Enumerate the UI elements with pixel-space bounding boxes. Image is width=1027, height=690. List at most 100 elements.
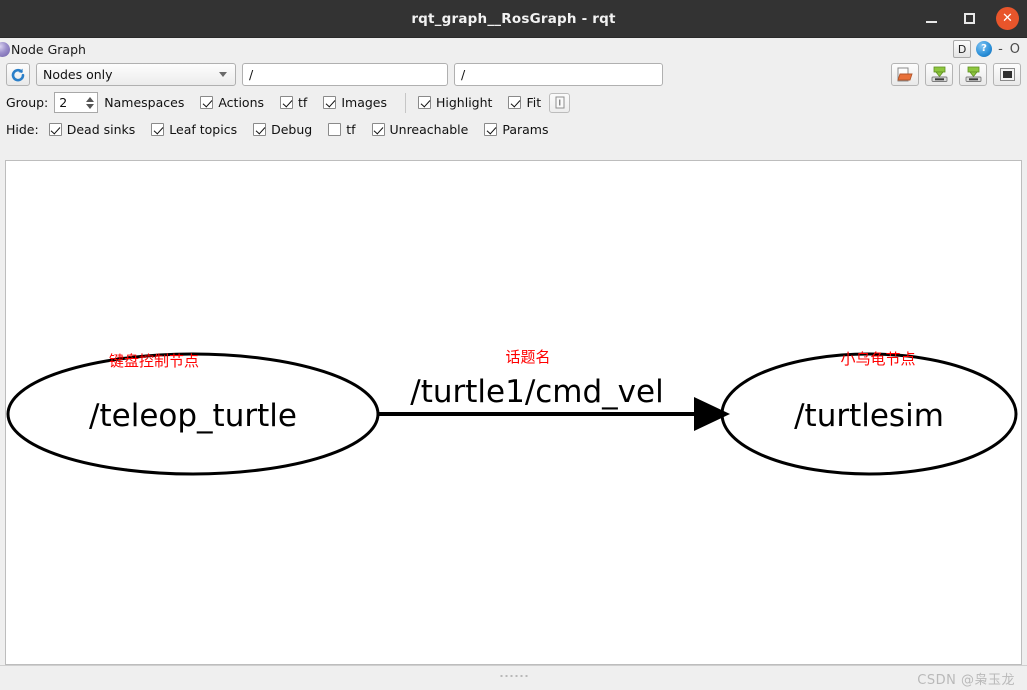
- close-button[interactable]: ✕: [996, 7, 1019, 30]
- status-bar: CSDN @枭玉龙: [0, 665, 1027, 690]
- hide-label: Hide:: [6, 122, 39, 137]
- refresh-icon: [11, 68, 25, 81]
- graph-node-turtlesim-label: /turtlesim: [794, 398, 944, 434]
- save-dot-icon: [931, 66, 947, 82]
- hide-dead-sinks-checkbox[interactable]: Dead sinks: [48, 122, 136, 137]
- window-titlebar: rqt_graph__RosGraph - rqt ✕: [0, 0, 1027, 38]
- node-filter-input[interactable]: /: [242, 63, 448, 86]
- tf-checkbox[interactable]: tf: [280, 95, 307, 110]
- hide-params-box[interactable]: [484, 123, 498, 136]
- grip-dot: [515, 675, 517, 677]
- graph-type-value: Nodes only: [43, 67, 113, 82]
- hide-leaf-topics-box[interactable]: [151, 123, 165, 136]
- minimize-button[interactable]: [920, 8, 942, 30]
- save-dot-button[interactable]: [925, 63, 953, 86]
- panel-float-button[interactable]: -: [997, 43, 1004, 56]
- images-label: Images: [341, 95, 387, 110]
- hide-dead-sinks-box[interactable]: [48, 123, 62, 136]
- grip-dot: [510, 675, 512, 677]
- screenshot-button[interactable]: [993, 63, 1021, 86]
- spinner-arrows[interactable]: [83, 93, 96, 112]
- highlight-checkbox[interactable]: Highlight: [418, 95, 492, 110]
- panel-title: Node Graph: [11, 41, 86, 57]
- hide-unreachable-box[interactable]: [371, 123, 385, 136]
- node-filter-value: /: [249, 67, 254, 82]
- hide-unreachable-checkbox[interactable]: Unreachable: [371, 122, 469, 137]
- ros-node-graph: /teleop_turtle /turtlesim /turtle1/cmd_v…: [6, 348, 1018, 476]
- tf-label: tf: [298, 95, 308, 110]
- images-checkbox-box[interactable]: [323, 96, 337, 109]
- grip-dot: [505, 675, 507, 677]
- graph-canvas[interactable]: /teleop_turtle /turtlesim /turtle1/cmd_v…: [5, 160, 1022, 665]
- highlight-checkbox-box[interactable]: [418, 96, 431, 109]
- chevron-down-icon: [219, 72, 227, 77]
- topic-filter-input[interactable]: /: [454, 63, 663, 86]
- graph-topic-label[interactable]: /turtle1/cmd_vel: [410, 374, 663, 410]
- annotation-topic: 话题名: [505, 348, 550, 366]
- graph-node-teleop-turtle-label: /teleop_turtle: [89, 398, 297, 434]
- hide-leaf-topics-checkbox[interactable]: Leaf topics: [151, 122, 237, 137]
- hide-leaf-topics-label: Leaf topics: [169, 122, 238, 137]
- grip-dot: [500, 675, 502, 677]
- graph-toolbar-actions: [891, 63, 1021, 86]
- watermark: CSDN @枭玉龙: [917, 673, 1015, 688]
- actions-checkbox-box[interactable]: [200, 96, 214, 109]
- hide-dead-sinks-label: Dead sinks: [66, 122, 136, 137]
- annotation-left-node: 键盘控制节点: [109, 352, 199, 370]
- fit-in-view-button[interactable]: [549, 92, 571, 113]
- hide-params-checkbox[interactable]: Params: [484, 122, 548, 137]
- graph-type-select[interactable]: Nodes only: [36, 63, 236, 86]
- group-label: Group:: [6, 95, 49, 110]
- hide-unreachable-label: Unreachable: [389, 122, 469, 137]
- window-title: rqt_graph__RosGraph - rqt: [411, 10, 616, 27]
- hide-params-label: Params: [502, 122, 549, 137]
- hide-options-row: Hide: Dead sinks Leaf topics Debug tf Un…: [0, 116, 1027, 143]
- open-folder-icon: [896, 67, 913, 82]
- tf-checkbox-box[interactable]: [280, 96, 294, 109]
- spin-up-icon[interactable]: [85, 96, 94, 102]
- group-value: 2: [59, 95, 68, 110]
- panel-close-button[interactable]: O: [1009, 43, 1021, 56]
- graph-toolbar: Nodes only / /: [0, 60, 1027, 89]
- graph-options-row: Group: 2 Namespaces Actions tf Images Hi…: [0, 89, 1027, 116]
- node-graph-panel-header: Node Graph D ? - O: [0, 38, 1027, 60]
- close-icon: ✕: [1002, 11, 1013, 26]
- toolbar-separator: [405, 92, 406, 113]
- minimize-icon: [925, 20, 937, 23]
- save-image-icon: [965, 66, 981, 82]
- fit-checkbox-box[interactable]: [508, 96, 522, 109]
- annotation-right-node: 小乌龟节点: [840, 350, 915, 368]
- save-image-button[interactable]: [959, 63, 987, 86]
- purple-sphere-icon: [0, 41, 10, 57]
- hide-tf-checkbox[interactable]: tf: [328, 122, 356, 137]
- topic-filter-value: /: [461, 67, 466, 82]
- dock-pin-button[interactable]: D: [953, 40, 972, 58]
- grip-dot: [520, 675, 522, 677]
- actions-checkbox[interactable]: Actions: [200, 95, 264, 110]
- spin-down-icon[interactable]: [85, 103, 94, 109]
- highlight-label: Highlight: [436, 95, 493, 110]
- resize-grip[interactable]: [500, 675, 527, 677]
- fit-checkbox[interactable]: Fit: [508, 95, 541, 110]
- actions-label: Actions: [218, 95, 265, 110]
- hide-tf-box[interactable]: [328, 123, 342, 136]
- window-controls: ✕: [920, 0, 1019, 37]
- hide-debug-label: Debug: [271, 122, 313, 137]
- rqt-graph-window: rqt_graph__RosGraph - rqt ✕ Node Graph D…: [0, 0, 1027, 690]
- grip-dot: [525, 675, 527, 677]
- hide-debug-checkbox[interactable]: Debug: [253, 122, 312, 137]
- hide-debug-box[interactable]: [253, 123, 267, 136]
- group-spinbox[interactable]: 2: [54, 92, 99, 113]
- screenshot-icon: [999, 68, 1015, 81]
- panel-title-group: Node Graph: [0, 41, 86, 57]
- fit-page-icon: [555, 96, 565, 109]
- refresh-button[interactable]: [6, 63, 30, 86]
- namespaces-label[interactable]: Namespaces: [104, 95, 184, 110]
- hide-tf-label: tf: [346, 122, 356, 137]
- maximize-icon: [963, 13, 975, 24]
- images-checkbox[interactable]: Images: [323, 95, 387, 110]
- panel-header-controls: D ? - O: [953, 38, 1021, 60]
- maximize-button[interactable]: [958, 8, 980, 30]
- load-dot-button[interactable]: [891, 63, 919, 86]
- help-icon[interactable]: ?: [976, 41, 993, 57]
